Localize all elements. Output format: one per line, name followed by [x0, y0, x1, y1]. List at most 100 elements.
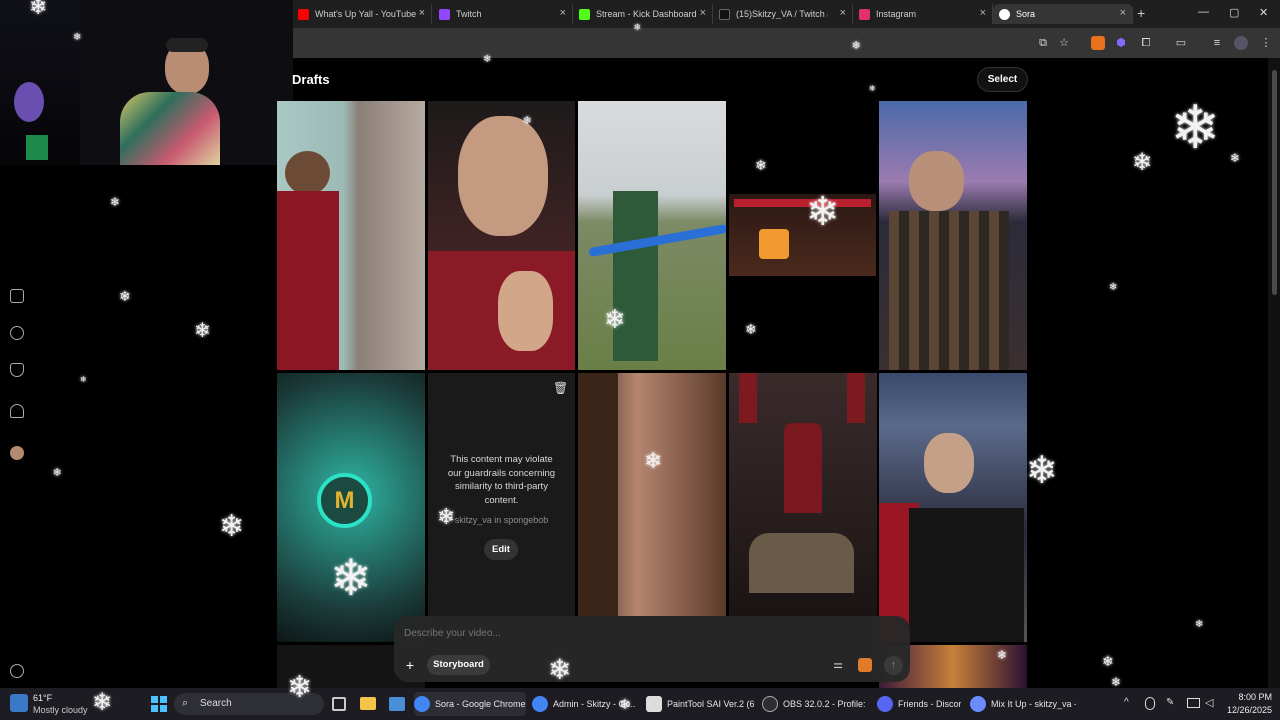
- snowflake-icon: ❄: [745, 322, 757, 338]
- file-explorer-icon[interactable]: [360, 697, 376, 710]
- sidebar-trophy-icon[interactable]: [10, 363, 24, 377]
- snowflake-icon: ❄: [52, 465, 62, 479]
- snowflake-icon: ❄: [997, 648, 1008, 662]
- add-media-button[interactable]: +: [401, 656, 419, 674]
- photos-app-icon[interactable]: [389, 697, 405, 711]
- instagram-icon: [859, 8, 870, 20]
- sidebar-search-icon[interactable]: [10, 326, 24, 340]
- snowflake-icon: ❄: [73, 32, 82, 43]
- snowflake-icon: ❄: [806, 189, 840, 235]
- snowflake-icon: ❄: [1230, 151, 1241, 165]
- tab-kick[interactable]: Stream - Kick Dashboard ×: [573, 4, 713, 24]
- windows-start-icon[interactable]: [151, 696, 167, 712]
- sora-icon: [999, 8, 1010, 20]
- tab-tiktok[interactable]: (15)Skitzy_VA / Twitch and ×: [713, 4, 853, 24]
- maximize-button[interactable]: ▢: [1229, 6, 1239, 19]
- extension-rss-icon[interactable]: [1091, 36, 1105, 50]
- extension-shield-icon[interactable]: ⬢: [1114, 36, 1128, 50]
- tray-overflow-chevron-icon[interactable]: ^: [1124, 697, 1129, 708]
- painttool-icon: [646, 696, 662, 712]
- thumb5-plaid-shirt: [889, 211, 1009, 370]
- bookmark-star-icon[interactable]: ☆: [1057, 36, 1071, 50]
- close-tab-icon[interactable]: ×: [700, 7, 706, 19]
- taskbar-app-obs[interactable]: OBS 32.0.2 - Profile: St: [762, 692, 868, 716]
- draft-thumbnail-3[interactable]: [578, 101, 726, 370]
- close-window-button[interactable]: ✕: [1259, 6, 1268, 19]
- close-tab-icon[interactable]: ×: [980, 7, 986, 19]
- snowflake-icon: ❄: [92, 688, 113, 716]
- task-view-icon[interactable]: [332, 697, 346, 711]
- webcam-streamer-shirt: [120, 92, 220, 165]
- new-tab-button[interactable]: +: [1137, 5, 1145, 21]
- profile-avatar-icon[interactable]: [1234, 36, 1248, 50]
- trash-icon[interactable]: 🗑: [553, 381, 568, 395]
- gift-icon[interactable]: [858, 658, 872, 672]
- sidebar-notifications-icon[interactable]: [10, 404, 24, 418]
- taskbar-clock-date[interactable]: 12/26/2025: [1212, 705, 1272, 715]
- thumb8-throne: [784, 423, 822, 513]
- sidebar-video-icon[interactable]: [10, 289, 24, 303]
- snowflake-icon: ❄: [869, 84, 876, 93]
- search-icon: ⌕: [182, 697, 189, 709]
- extensions-puzzle-icon[interactable]: ⧠: [1139, 36, 1153, 50]
- snowflake-icon: ❄: [644, 449, 663, 474]
- minimize-button[interactable]: —: [1198, 6, 1209, 18]
- sidepanel-icon[interactable]: ▭: [1174, 36, 1188, 50]
- settings-sliders-icon[interactable]: ⚌: [831, 658, 845, 672]
- pen-icon[interactable]: ✎: [1166, 697, 1174, 708]
- snowflake-icon: ❄: [851, 38, 861, 52]
- page-title: Drafts: [292, 72, 330, 87]
- thumb2-pointing-hand: [498, 271, 553, 351]
- describe-video-input[interactable]: [404, 628, 704, 639]
- taskbar-app-mixitup[interactable]: Mix It Up - skitzy_va -: [970, 692, 1076, 716]
- draft-thumbnail-9[interactable]: [879, 373, 1027, 642]
- blocked-prompt: skitzy_va in spongebob: [454, 515, 549, 525]
- thumb7-hair: [578, 373, 618, 616]
- snowflake-icon: ❄: [437, 505, 456, 530]
- taskbar-app-discord[interactable]: Friends - Discord: [877, 692, 961, 716]
- taskbar-app-painttool[interactable]: PaintTool SAI Ver.2 (64: [646, 692, 754, 716]
- webcam-overlay: [0, 0, 293, 165]
- network-icon[interactable]: [1187, 698, 1200, 708]
- taskbar-search-label: Search: [200, 698, 232, 709]
- thumb9-black-shirt: [909, 508, 1024, 642]
- webcam-headset: [166, 38, 208, 52]
- tab-youtube[interactable]: What's Up Yall - YouTube ×: [292, 4, 432, 24]
- sidebar-more-icon[interactable]: [10, 664, 24, 678]
- snowflake-icon: ❄: [604, 305, 626, 335]
- browser-menu-icon[interactable]: ⋮: [1259, 36, 1273, 50]
- weather-icon[interactable]: [10, 694, 28, 712]
- cast-icon[interactable]: ⧉: [1036, 36, 1050, 50]
- storyboard-button[interactable]: Storyboard: [427, 655, 490, 675]
- close-tab-icon[interactable]: ×: [1120, 7, 1126, 19]
- taskbar-clock-time[interactable]: 8:00 PM: [1222, 692, 1272, 702]
- edit-button[interactable]: Edit: [484, 539, 518, 560]
- draft-thumbnail-5[interactable]: [879, 101, 1027, 370]
- draft-thumbnail-4[interactable]: [729, 194, 876, 276]
- close-tab-icon[interactable]: ×: [419, 7, 425, 19]
- page-scrollbar-thumb[interactable]: [1272, 70, 1277, 295]
- weather-temp: 61°F: [33, 693, 53, 703]
- tab-twitch[interactable]: Twitch ×: [433, 4, 573, 24]
- thumb6-m-emblem-icon: M: [317, 473, 372, 528]
- snowflake-icon: ❄: [483, 54, 492, 65]
- webcam-can: [26, 135, 48, 160]
- tab-instagram[interactable]: Instagram ×: [853, 4, 993, 24]
- thumb8-banner-right: [847, 373, 865, 423]
- submit-arrow-button[interactable]: ↑: [884, 656, 903, 675]
- weather-condition: Mostly cloudy: [33, 705, 88, 715]
- draft-thumbnail-7[interactable]: [578, 373, 726, 616]
- sidebar-profile-avatar[interactable]: [10, 446, 24, 460]
- draft-thumbnail-2[interactable]: [428, 101, 575, 370]
- close-tab-icon[interactable]: ×: [840, 7, 846, 19]
- thumb2-face: [458, 116, 548, 236]
- select-button[interactable]: Select: [977, 67, 1028, 92]
- draft-thumbnail-1[interactable]: [277, 101, 425, 370]
- draft-thumbnail-8[interactable]: [729, 373, 877, 616]
- taskbar-app-chrome-sora[interactable]: Sora - Google Chrome: [414, 692, 526, 716]
- thumb9-face: [924, 433, 974, 493]
- reading-list-icon[interactable]: ≡: [1210, 36, 1224, 50]
- microphone-icon[interactable]: [1145, 697, 1155, 710]
- close-tab-icon[interactable]: ×: [560, 7, 566, 19]
- tab-sora[interactable]: Sora ×: [993, 4, 1133, 24]
